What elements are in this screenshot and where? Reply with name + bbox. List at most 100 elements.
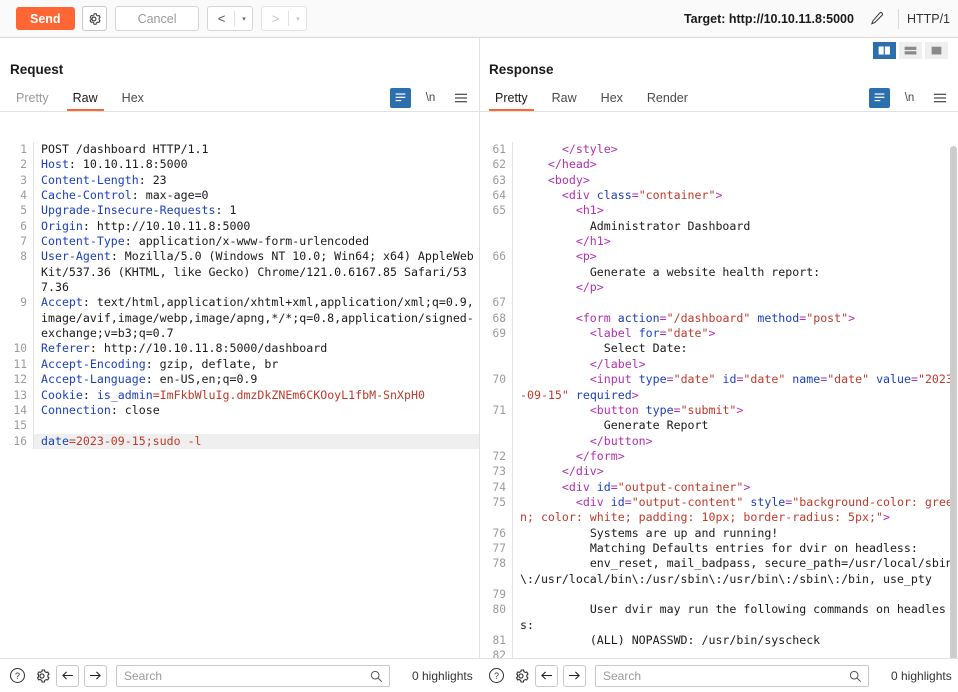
code-token: <div	[561, 188, 597, 203]
response-settings-gear-button[interactable]	[510, 665, 532, 687]
code-line: 67	[479, 295, 958, 311]
request-settings-gear-button[interactable]	[31, 665, 53, 687]
response-menu-button[interactable]	[929, 88, 950, 108]
code-line: 5 Upgrade-Insecure-Requests: 1	[0, 203, 479, 219]
line-text	[513, 295, 958, 310]
help-icon: ?	[488, 667, 504, 684]
response-search-input[interactable]	[596, 665, 868, 686]
code-token: for	[638, 326, 660, 341]
line-number: 67	[479, 295, 513, 311]
previous-request-button[interactable]: < ▾	[207, 6, 254, 31]
code-token: : en-US,en;q=0.9	[145, 372, 258, 387]
request-search-input[interactable]	[117, 665, 389, 686]
line-number: 3	[0, 172, 34, 189]
gear-icon	[515, 668, 529, 683]
layout-toggle-group	[870, 42, 948, 59]
tab-request-pretty[interactable]: Pretty	[4, 84, 61, 111]
layout-single-pane-button[interactable]	[925, 42, 948, 59]
request-code-viewport[interactable]: 1 POST /dashboard HTTP/1.1 2 Host: 10.10.11…	[0, 142, 479, 658]
tab-request-hex[interactable]: Hex	[110, 84, 156, 111]
request-help-button[interactable]: ?	[6, 665, 28, 687]
tab-request-raw[interactable]: Raw	[61, 84, 110, 111]
line-number: 69	[479, 326, 513, 373]
code-line: 9 Accept: text/html,application/xhtml+xml…	[0, 295, 479, 342]
response-search-box[interactable]	[595, 664, 869, 687]
chevron-down-icon[interactable]: ▾	[289, 7, 306, 30]
line-text: <label for="date"> Select Date: </label>	[513, 326, 958, 372]
code-token: Accept-Language	[41, 372, 146, 387]
pencil-icon	[871, 11, 884, 25]
request-word-wrap-button[interactable]	[390, 87, 411, 108]
line-text: <form action="/dashboard" method="post">	[513, 311, 958, 326]
code-token: "/dashboard"	[666, 310, 751, 325]
line-text: Upgrade-Insecure-Requests: 1	[34, 203, 479, 218]
line-text: </form>	[513, 449, 958, 464]
toolbar-divider	[897, 8, 899, 29]
tab-response-render[interactable]: Render	[635, 84, 700, 111]
code-line: 14 Connection: close	[0, 402, 479, 419]
split-horizontal-icon	[904, 46, 917, 55]
code-token: "date"	[827, 372, 870, 387]
line-number: 79	[479, 586, 513, 603]
code-token: Administrator Dashboard	[589, 218, 751, 233]
toolbar-right-group: Target: http://10.10.11.8:5000 HTTP/1	[684, 7, 950, 31]
layout-split-horizontal-button[interactable]	[899, 42, 922, 59]
request-settings-button[interactable]	[81, 6, 107, 31]
code-token: =2023-09-15;sudo -l	[68, 433, 202, 448]
code-line: 74 <div id="output-container">	[479, 479, 958, 495]
code-token: <body>	[547, 172, 590, 187]
response-newline-button[interactable]: \n	[899, 88, 920, 108]
next-request-button[interactable]: > ▾	[261, 6, 308, 31]
code-token: : 10.10.11.8:5000	[68, 157, 188, 172]
layout-split-vertical-button[interactable]	[873, 42, 896, 59]
code-token: id	[610, 494, 625, 509]
line-text	[34, 418, 479, 433]
line-text: env_reset, mail_badpass, secure_path=/us…	[513, 556, 958, 587]
tab-response-pretty[interactable]: Pretty	[483, 84, 540, 111]
single-pane-icon	[931, 46, 942, 55]
tab-response-hex[interactable]: Hex	[589, 84, 635, 111]
code-token: </head>	[547, 157, 597, 172]
code-token: =ImFkbWluIg.dmzDkZNEm6CKOoyL1fbM-SnXpH0	[152, 387, 425, 402]
code-token: </label>	[589, 356, 646, 371]
line-number: 82	[479, 648, 513, 658]
code-line: 3 Content-Length: 23	[0, 172, 479, 189]
code-token: Systems are up and running!	[520, 525, 779, 540]
svg-text:?: ?	[15, 671, 20, 681]
chevron-down-icon[interactable]: ▾	[235, 7, 252, 30]
response-scrollbar[interactable]	[950, 146, 957, 658]
send-button[interactable]: Send	[16, 7, 75, 30]
response-help-button[interactable]: ?	[485, 665, 507, 687]
request-newline-button[interactable]: \n	[420, 88, 441, 108]
code-token: : http://10.10.11.8:5000/dashboard	[89, 341, 328, 356]
line-number: 71	[479, 402, 513, 449]
code-token: =	[624, 494, 632, 509]
request-menu-button[interactable]	[450, 88, 471, 108]
edit-target-button[interactable]	[864, 7, 890, 31]
response-word-wrap-button[interactable]	[869, 87, 890, 108]
code-line: 81 (ALL) NOPASSWD: /usr/bin/syscheck	[479, 633, 958, 649]
code-token: Cache-Control	[41, 188, 132, 203]
response-code-viewport[interactable]: 61 </style> 62 </head> 63 <body> 64 <div cl…	[479, 142, 958, 658]
code-token: Content-Type	[41, 234, 125, 249]
response-search-forward-button[interactable]	[563, 664, 586, 687]
request-search-box[interactable]	[116, 664, 390, 687]
response-code: 61 </style> 62 </head> 63 <body> 64 <div cl…	[479, 142, 958, 658]
cancel-button[interactable]: Cancel	[114, 6, 200, 31]
request-search-forward-button[interactable]	[84, 664, 107, 687]
response-search-back-button[interactable]	[535, 664, 558, 687]
code-token: "date"	[743, 372, 786, 387]
line-text: User-Agent: Mozilla/5.0 (Windows NT 10.0…	[34, 249, 479, 295]
tab-response-raw[interactable]: Raw	[540, 84, 589, 111]
code-line: 6 Origin: http://10.10.11.8:5000	[0, 218, 479, 235]
line-text: (ALL) NOPASSWD: /usr/bin/syscheck	[513, 633, 958, 648]
request-search-back-button[interactable]	[56, 664, 79, 687]
code-token: style	[750, 494, 786, 509]
arrow-right-icon	[90, 671, 101, 680]
code-line: 4 Cache-Control: max-age=0	[0, 188, 479, 204]
